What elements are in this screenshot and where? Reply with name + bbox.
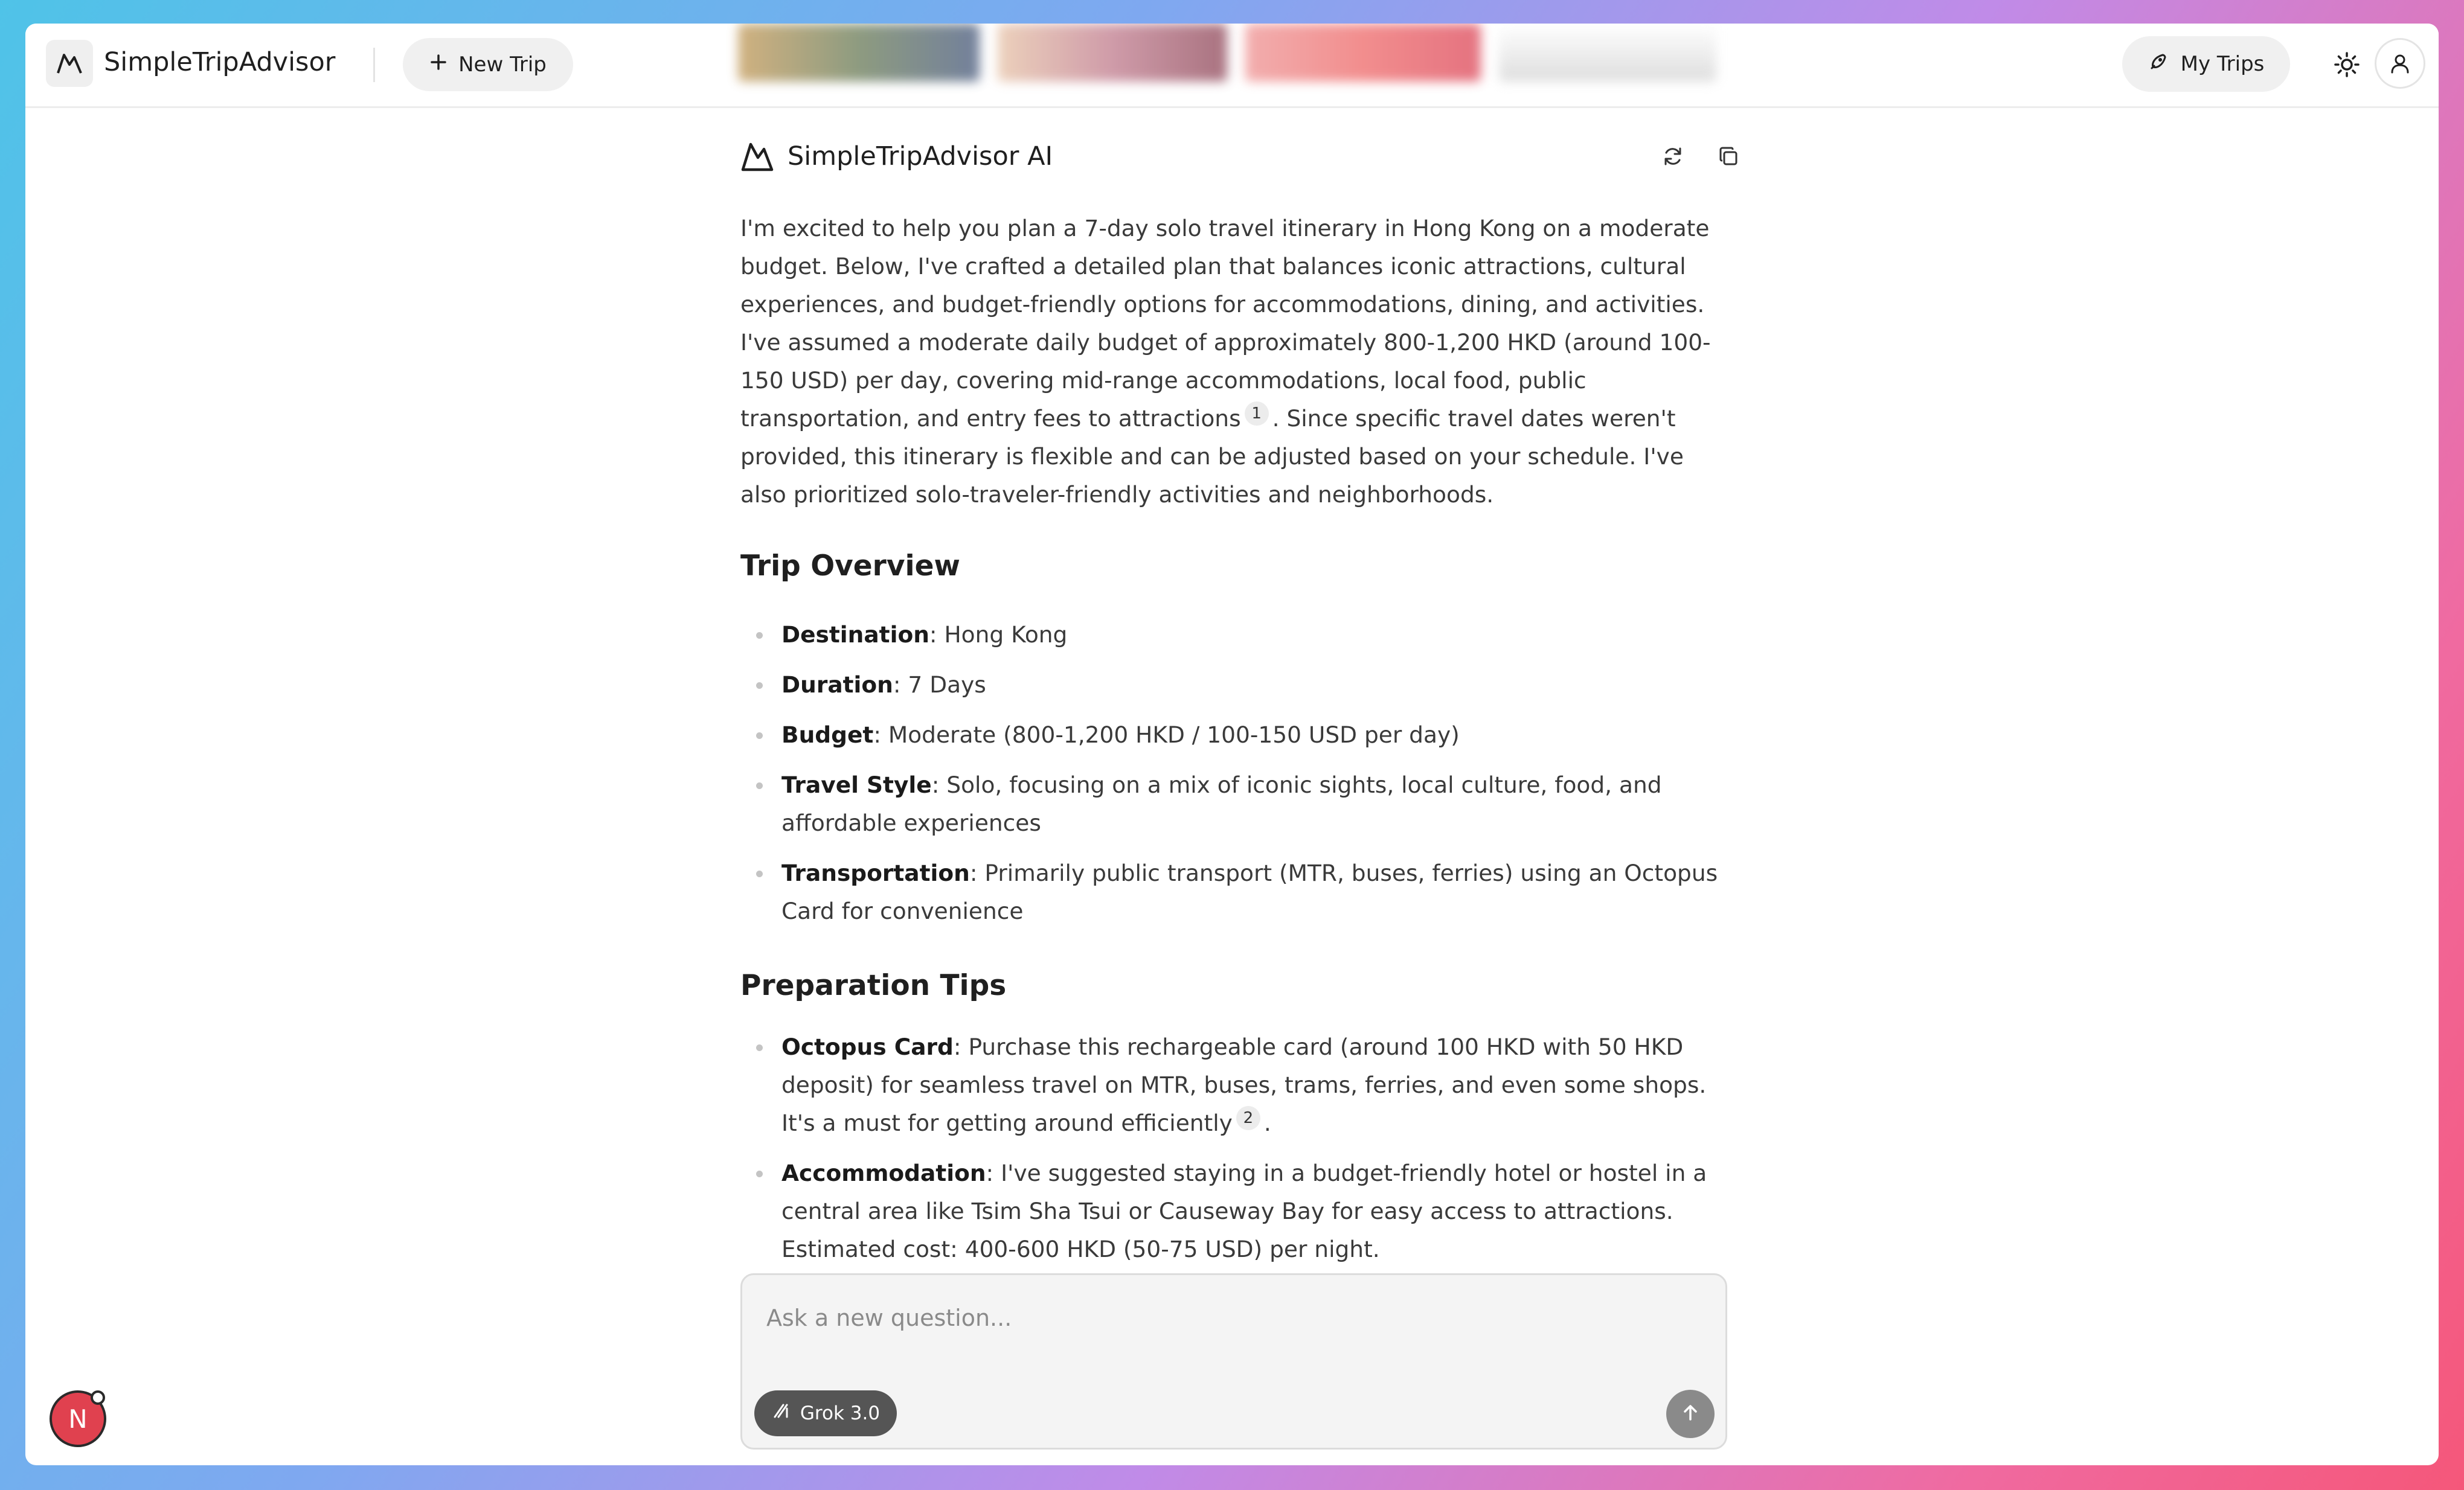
grok-icon: [771, 1401, 791, 1425]
copy-icon[interactable]: [1714, 142, 1743, 171]
arrow-up-icon: [1680, 1402, 1701, 1425]
thumbnail: [998, 24, 1227, 82]
assistant-header: SimpleTripAdvisor AI: [740, 137, 1737, 176]
list-item: Transportation: Primarily public transpo…: [756, 854, 1728, 930]
notification-dot: [91, 1390, 105, 1405]
blurred-thumbnail-strip: [738, 24, 1753, 82]
assistant-name: SimpleTripAdvisor AI: [788, 141, 1053, 171]
model-label: Grok 3.0: [800, 1402, 881, 1424]
intro-text: I'm excited to help you plan a 7-day sol…: [740, 215, 1711, 432]
item-label: Transportation: [781, 860, 970, 886]
header-divider: [373, 48, 375, 82]
app-window: SimpleTripAdvisor New Trip My Trips Simp…: [25, 24, 2439, 1465]
citation-badge[interactable]: 1: [1244, 401, 1269, 426]
question-input[interactable]: [765, 1299, 1673, 1337]
rocket-icon: [2148, 51, 2169, 77]
model-selector-button[interactable]: Grok 3.0: [754, 1390, 897, 1436]
sun-icon[interactable]: [2328, 45, 2366, 84]
item-label: Accommodation: [781, 1160, 986, 1186]
item-text: : Moderate (800-1,200 HKD / 100-150 USD …: [873, 721, 1460, 748]
send-button[interactable]: [1666, 1390, 1715, 1438]
my-trips-label: My Trips: [2180, 52, 2265, 76]
preparation-tips-list: Octopus Card: Purchase this rechargeable…: [740, 1028, 1728, 1281]
section-heading-preparation-tips: Preparation Tips: [740, 969, 1007, 1002]
list-item: Travel Style: Solo, focusing on a mix of…: [756, 766, 1728, 842]
list-item: Accommodation: I've suggested staying in…: [756, 1154, 1728, 1268]
intro-paragraph: I'm excited to help you plan a 7-day sol…: [740, 209, 1728, 514]
user-icon[interactable]: [2375, 38, 2425, 89]
new-trip-button[interactable]: New Trip: [403, 38, 573, 91]
new-trip-label: New Trip: [458, 53, 547, 77]
item-label: Destination: [781, 621, 929, 648]
list-item: Octopus Card: Purchase this rechargeable…: [756, 1028, 1728, 1142]
question-composer: Grok 3.0: [740, 1273, 1727, 1450]
brand-name[interactable]: SimpleTripAdvisor: [104, 44, 335, 80]
refresh-icon[interactable]: [1658, 142, 1687, 171]
item-text: : 7 Days: [893, 671, 986, 698]
citation-badge[interactable]: 2: [1236, 1105, 1260, 1130]
item-label: Octopus Card: [781, 1034, 954, 1060]
thumbnail: [1499, 24, 1716, 82]
list-item: Destination: Hong Kong: [756, 616, 1728, 654]
item-label: Duration: [781, 671, 893, 698]
thumbnail: [1245, 24, 1481, 82]
plus-icon: [429, 53, 448, 77]
section-heading-trip-overview: Trip Overview: [740, 549, 960, 583]
list-item: Duration: 7 Days: [756, 666, 1728, 704]
logo-mountain-icon[interactable]: [46, 40, 93, 87]
item-text: : Hong Kong: [929, 621, 1068, 648]
logo-mountain-icon: [740, 141, 774, 174]
trip-overview-list: Destination: Hong Kong Duration: 7 Days …: [740, 616, 1728, 942]
top-header: SimpleTripAdvisor New Trip My Trips: [25, 24, 2439, 108]
item-tail: .: [1263, 1110, 1271, 1136]
item-label: Budget: [781, 721, 874, 748]
my-trips-button[interactable]: My Trips: [2122, 36, 2290, 92]
list-item: Budget: Moderate (800-1,200 HKD / 100-15…: [756, 716, 1728, 754]
item-label: Travel Style: [781, 772, 932, 798]
thumbnail: [738, 24, 980, 82]
